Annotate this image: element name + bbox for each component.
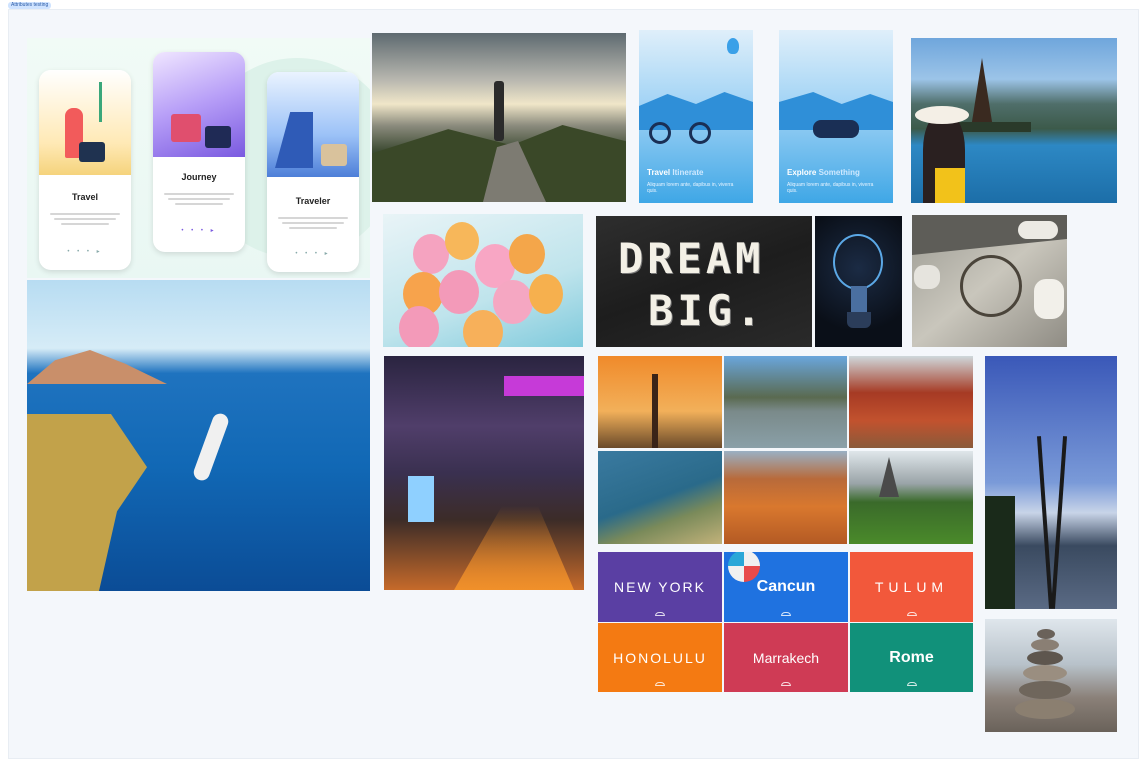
canvas-tag[interactable]: Attributes testing [8,2,52,9]
underwater-diver-photo[interactable] [27,280,370,591]
city-name: NEW YORK [614,579,706,595]
palm-peak-photo[interactable] [849,451,973,544]
night-city-street-photo[interactable] [384,356,584,590]
card-title: Explore Something [787,168,860,177]
travel-itinerate-card[interactable]: Travel Itinerate Aliquam lorem ante, dap… [639,30,753,203]
beach-ball-icon [728,552,760,582]
card-description: Aliquam lorem ante, dapibus in, viverra … [647,182,734,194]
stacked-stones-photo[interactable] [985,619,1117,732]
phone-screen-travel: Travel • • • ▸ [39,70,131,270]
baobab-sunset-photo[interactable] [598,356,722,448]
dream-text: DREAM [618,234,765,283]
card-title: Travel Itinerate [647,168,704,177]
harbor-village-photo[interactable] [724,356,847,448]
ladder-sky-photo[interactable] [985,356,1117,609]
logo-icon [906,612,917,616]
city-name: Marrakech [752,649,820,666]
hot-air-balloon-icon [727,38,739,54]
city-name: HONOLULU [613,649,707,666]
logo-icon [906,682,917,686]
city-name: TULUM [874,579,949,595]
light-bulb-photo[interactable] [815,216,902,347]
red-canyon-photo[interactable] [849,356,973,448]
big-text: BIG. [648,286,766,335]
city-card-honolulu[interactable]: HONOLULU [598,623,722,692]
pagination-dots[interactable]: • • • ▸ [153,227,245,234]
explore-something-card[interactable]: Explore Something Aliquam lorem ante, da… [779,30,893,203]
city-name: Cancun [756,578,816,595]
city-card-cancun[interactable]: Cancun [724,552,848,622]
cities-grid: NEW YORK Cancun TULUM HONOLULU Marrakech… [598,552,973,692]
city-card-marrakech[interactable]: Marrakech [724,623,848,692]
city-card-rome[interactable]: Rome [850,623,973,692]
phone-title: Travel [71,192,99,202]
phone-title: Traveler [295,196,331,206]
logo-icon [655,612,665,616]
card-description: Aliquam lorem ante, dapibus in, viverra … [787,182,874,194]
coastal-cliffs-photo[interactable] [598,451,722,544]
smiley-balloons-photo[interactable] [383,214,583,347]
mountain-hiker-photo[interactable] [372,33,626,202]
logo-icon [781,682,791,686]
city-card-new-york[interactable]: NEW YORK [598,552,722,622]
dream-big-chalk-photo[interactable]: DREAM BIG. [596,216,812,347]
city-card-tulum[interactable]: TULUM [850,552,973,622]
onboarding-mockup-image[interactable]: Travel • • • ▸ Journey • • • ▸ Traveler … [27,38,370,278]
logo-icon [781,612,791,616]
pagination-dots[interactable]: • • • ▸ [39,248,131,255]
sidewalk-smiley-photo[interactable] [912,215,1067,347]
moodboard-canvas[interactable]: Travel • • • ▸ Journey • • • ▸ Traveler … [8,9,1139,759]
phone-screen-journey: Journey • • • ▸ [153,52,245,252]
phone-title: Journey [181,172,217,182]
temple-lake-photo[interactable] [911,38,1117,203]
logo-icon [655,682,665,686]
desert-dunes-photo[interactable] [724,451,847,544]
city-name: Rome [889,648,934,666]
phone-screen-traveler: Traveler • • • ▸ [267,72,359,272]
pagination-dots[interactable]: • • • ▸ [267,250,359,257]
